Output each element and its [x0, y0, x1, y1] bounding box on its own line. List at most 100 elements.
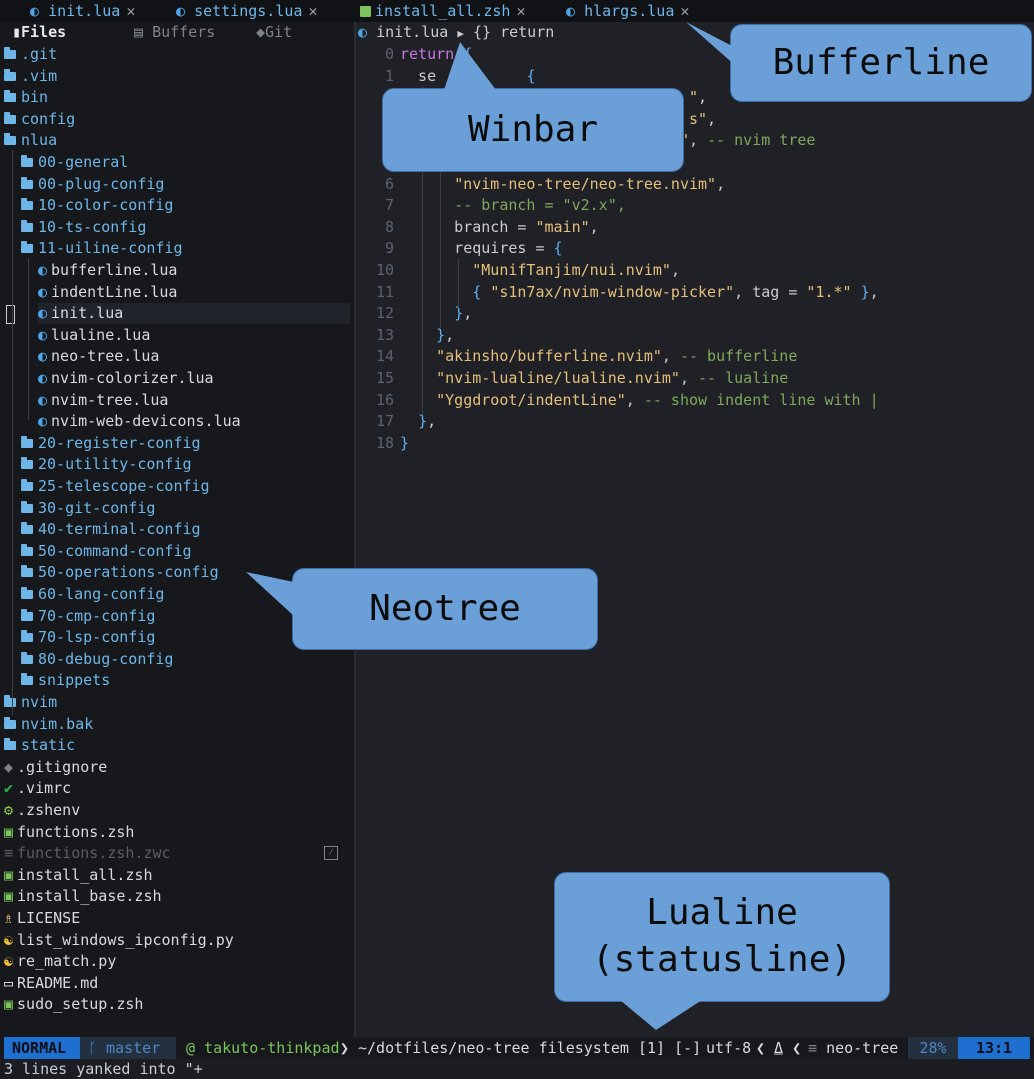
tree-item[interactable]: ◐ nvim-tree.lua — [38, 390, 168, 411]
tree-item[interactable]: ◐ bufferline.lua — [38, 260, 177, 281]
tree-item[interactable]: 20-register-config — [21, 433, 201, 454]
code-line[interactable]: }, — [400, 303, 472, 324]
tree-item[interactable]: ⚙ .zshenv — [4, 800, 80, 821]
folder-icon — [21, 500, 33, 513]
progress-percent: 28% — [908, 1037, 958, 1059]
line-number: 13 — [375, 325, 394, 344]
tree-item[interactable]: ▣ install_base.zsh — [4, 886, 162, 907]
command-line[interactable]: 3 lines yanked into "+ — [0, 1059, 1034, 1079]
folder-icon — [21, 630, 33, 643]
callout-bufferline: Bufferline — [730, 24, 1032, 102]
close-icon[interactable]: ✕ — [308, 2, 317, 20]
tree-item[interactable]: ☯ list_windows_ipconfig.py — [4, 930, 234, 951]
tree-item[interactable]: 70-cmp-config — [21, 606, 155, 627]
line-number: 1 — [384, 66, 394, 85]
buffer-tab-hlargs-lua[interactable]: ◐ hlargs.lua ✕ — [566, 0, 689, 22]
tree-item[interactable]: 10-ts-config — [21, 217, 146, 238]
gear-icon: ⚙ — [4, 801, 14, 819]
git-branch: ᚴ master — [80, 1037, 176, 1059]
tree-item[interactable]: 11-uiline-config — [21, 238, 183, 259]
tab-git[interactable]: ◆Git — [256, 22, 292, 43]
tree-item[interactable]: 30-git-config — [21, 498, 155, 519]
buffer-tab-install-all-zsh[interactable]: install_all.zsh ✕ — [360, 0, 526, 22]
tree-item[interactable]: ▣ functions.zsh — [4, 822, 134, 843]
folder-icon — [21, 479, 33, 491]
tree-item[interactable]: ◐ lualine.lua — [38, 325, 150, 346]
tree-item[interactable]: 70-lsp-config — [21, 627, 155, 648]
code-line[interactable]: { "s1n7ax/nvim-window-picker", tag = "1.… — [400, 282, 878, 303]
folder-icon — [21, 608, 33, 621]
tree-item[interactable]: 25-telescope-config — [21, 476, 210, 497]
tree-item[interactable]: 50-command-config — [21, 541, 192, 562]
terminal-icon: ▣ — [4, 822, 14, 841]
cursor-marker — [6, 305, 15, 325]
buffer-icon: ▤ — [134, 23, 144, 41]
line-number: 8 — [384, 217, 394, 236]
tree-item[interactable]: 00-plug-config — [21, 174, 164, 195]
tree-item[interactable]: ♗ LICENSE — [4, 908, 80, 929]
tree-item[interactable]: nlua — [4, 130, 57, 151]
folder-icon — [21, 198, 33, 211]
code-line[interactable]: requires = { — [400, 238, 562, 259]
folder-open-icon — [21, 241, 33, 254]
close-icon[interactable]: ✕ — [516, 2, 525, 20]
tree-item[interactable]: ◐ init.lua — [38, 303, 350, 325]
callout-pointer — [246, 572, 294, 616]
winbar-filename[interactable]: init.lua — [376, 23, 448, 41]
tree-item[interactable]: snippets — [21, 670, 110, 691]
line-number: 9 — [384, 239, 394, 258]
tree-item[interactable]: 00-general — [21, 152, 128, 173]
tab-buffers[interactable]: ▤ Buffers — [134, 22, 215, 43]
tree-item[interactable]: ▣ install_all.zsh — [4, 865, 153, 886]
tree-item[interactable]: ≡ functions.zsh.zwc — [4, 843, 171, 864]
tree-item[interactable]: static — [4, 735, 75, 756]
line-number: 15 — [375, 369, 394, 387]
code-line[interactable]: "akinsho/bufferline.nvim", -- bufferline — [400, 346, 797, 367]
tree-item[interactable]: ◐ neo-tree.lua — [38, 346, 159, 367]
close-icon[interactable]: ✕ — [126, 2, 135, 20]
code-line[interactable]: }, — [400, 411, 436, 432]
code-line[interactable]: "Yggdroot/indentLine", -- show indent li… — [400, 390, 879, 411]
code-line[interactable]: -- branch = "v2.x", — [400, 195, 626, 216]
tree-item[interactable]: 20-utility-config — [21, 454, 192, 475]
tree-item[interactable]: .git — [4, 44, 57, 65]
tree-item[interactable]: 80-debug-config — [21, 649, 173, 670]
buffer-tab-settings-lua[interactable]: ◐ settings.lua ✕ — [176, 0, 317, 22]
lua-icon: ◐ — [176, 2, 186, 20]
buffer-tab-init-lua[interactable]: ◐ init.lua ✕ — [30, 0, 135, 22]
callout-winbar: Winbar — [382, 88, 684, 172]
tree-item[interactable]: ◐ indentLine.lua — [38, 282, 177, 303]
tree-item[interactable]: 10-color-config — [21, 195, 173, 216]
tree-item[interactable]: ◐ nvim-colorizer.lua — [38, 368, 214, 389]
tree-item[interactable]: config — [4, 109, 75, 130]
tree-item[interactable]: 50-operations-config — [21, 562, 219, 583]
winbar-symbol[interactable]: {} return — [473, 23, 554, 41]
branch-icon: ᚴ — [88, 1039, 98, 1057]
tree-item[interactable]: ▣ sudo_setup.zsh — [4, 994, 143, 1015]
tree-item[interactable]: .vim — [4, 66, 57, 87]
folder-open-icon — [4, 133, 16, 146]
code-line[interactable]: } — [400, 433, 409, 454]
chevron-right-icon: ▶ — [457, 27, 464, 40]
code-line[interactable]: "MunifTanjim/nui.nvim", — [400, 260, 680, 281]
line-number: 6 — [384, 174, 394, 193]
tree-item[interactable]: ✔ .vimrc — [4, 778, 71, 799]
code-line[interactable]: }, — [400, 325, 454, 346]
tree-item[interactable]: 40-terminal-config — [21, 519, 201, 540]
line-number: 16 — [375, 390, 394, 409]
tree-item[interactable]: 60-lang-config — [21, 584, 164, 605]
tree-item[interactable]: ☯ re_match.py — [4, 951, 116, 972]
tree-item[interactable]: ◆ .gitignore — [4, 757, 107, 778]
code-line[interactable]: "nvim-lualine/lualine.nvim", -- lualine — [400, 368, 788, 389]
tree-item[interactable]: bin — [4, 87, 48, 108]
code-line[interactable]: "nvim-neo-tree/neo-tree.nvim", — [400, 174, 725, 195]
folder-icon — [4, 716, 16, 729]
line-number: 11 — [375, 282, 394, 301]
file-icon: ▮ — [12, 23, 22, 41]
tree-item[interactable]: ▭ README.md — [4, 973, 98, 994]
tab-files[interactable]: ▮Files — [12, 22, 66, 43]
code-line[interactable]: branch = "main", — [400, 217, 599, 238]
lua-icon: ◐ — [38, 412, 48, 431]
tree-item[interactable]: nvim.bak — [4, 714, 93, 735]
tree-item[interactable]: ◐ nvim-web-devicons.lua — [38, 411, 241, 432]
